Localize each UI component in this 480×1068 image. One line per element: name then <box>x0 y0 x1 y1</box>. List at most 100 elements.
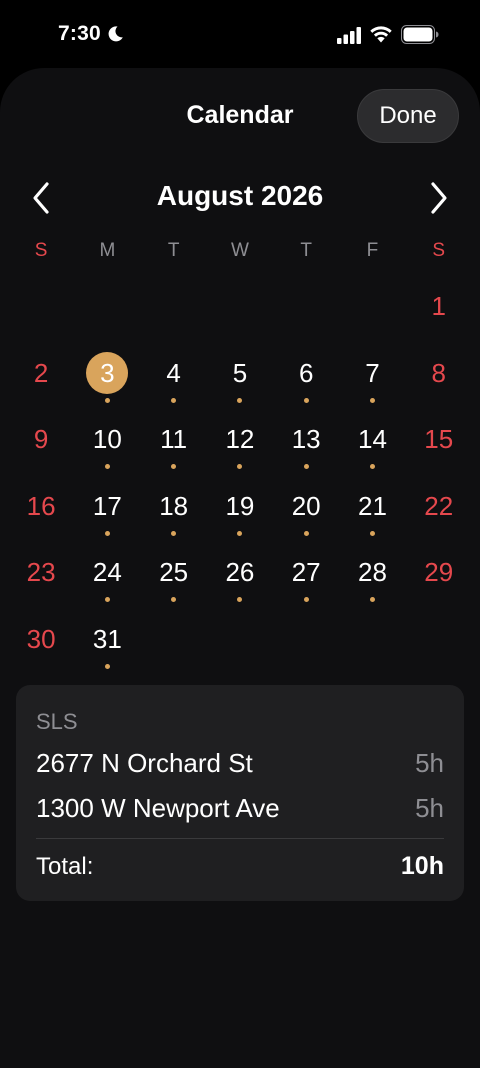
calendar-day[interactable]: 6 <box>273 338 339 405</box>
weekday-monday: M <box>99 240 116 261</box>
day-number: 11 <box>160 424 188 454</box>
calendar-day[interactable]: 30 <box>8 604 74 671</box>
day-number: 8 <box>431 357 446 388</box>
calendar-day[interactable]: 11 <box>141 404 207 471</box>
calendar-day[interactable]: 7 <box>339 338 405 405</box>
weekday-wednesday: W <box>230 240 249 261</box>
calendar-day[interactable]: 21 <box>339 471 405 538</box>
event-indicator-dot <box>104 597 110 602</box>
calendar-day[interactable]: 13 <box>273 404 339 471</box>
calendar-day[interactable]: 27 <box>273 537 339 604</box>
summary-heading: SLS <box>36 709 78 734</box>
total-value: 10h <box>400 852 444 880</box>
summary-entry[interactable]: 1300 W Newport Ave 5h <box>36 793 444 827</box>
battery-icon <box>401 25 439 49</box>
calendar-day[interactable]: 1 <box>406 271 472 338</box>
calendar-day[interactable]: 18 <box>141 471 207 538</box>
event-indicator-dot <box>303 397 309 403</box>
event-indicator-dot <box>369 397 375 403</box>
event-indicator-dot <box>369 597 375 602</box>
calendar-day[interactable]: 8 <box>406 338 472 405</box>
day-number: 24 <box>92 557 122 587</box>
calendar-day[interactable]: 5 <box>207 338 273 405</box>
summary-divider <box>36 838 444 839</box>
day-number: 6 <box>298 357 314 388</box>
calendar-day[interactable]: 10 <box>74 404 140 471</box>
month-navigation: August 2026 <box>0 176 480 216</box>
day-number: 25 <box>159 557 189 587</box>
calendar-day[interactable]: 2 <box>8 338 74 405</box>
day-number: 12 <box>225 424 255 454</box>
calendar-day[interactable]: 26 <box>207 537 273 604</box>
calendar-day-selected[interactable]: 3 <box>74 338 140 405</box>
calendar-day[interactable]: 19 <box>207 471 273 538</box>
calendar-day[interactable]: 12 <box>207 404 273 471</box>
chevron-right-icon[interactable] <box>423 181 453 215</box>
event-indicator-dot <box>303 597 309 602</box>
weekday-sunday: S <box>34 240 48 261</box>
month-label: August 2026 <box>156 180 324 211</box>
empty-day-cell <box>141 271 207 338</box>
cellular-signal-icon <box>337 27 361 49</box>
event-indicator-dot <box>237 397 243 403</box>
calendar-day[interactable]: 20 <box>273 471 339 538</box>
weekday-header: S M T W T F S <box>8 240 472 262</box>
day-number: 10 <box>92 424 122 454</box>
weekday-tuesday: T <box>167 240 180 261</box>
calendar-day[interactable]: 17 <box>74 471 140 538</box>
day-number: 13 <box>291 424 321 454</box>
calendar-day[interactable]: 29 <box>406 537 472 604</box>
event-indicator-dot <box>171 397 177 403</box>
event-indicator-dot <box>104 663 110 669</box>
day-number: 2 <box>33 357 49 388</box>
event-indicator-dot <box>104 464 110 469</box>
event-indicator-dot <box>237 530 243 536</box>
calendar-day[interactable]: 16 <box>8 471 74 538</box>
day-number: 21 <box>357 490 387 521</box>
calendar-day[interactable]: 14 <box>339 404 405 471</box>
calendar-day[interactable]: 23 <box>8 537 74 604</box>
moon-icon <box>106 25 124 48</box>
calendar-day[interactable]: 15 <box>406 404 472 471</box>
day-number: 20 <box>291 490 321 521</box>
day-number: 29 <box>424 557 454 587</box>
calendar-day[interactable]: 22 <box>406 471 472 538</box>
calendar-day[interactable]: 31 <box>74 604 140 671</box>
day-number: 9 <box>33 424 49 454</box>
event-indicator-dot <box>171 597 177 602</box>
day-number: 5 <box>232 357 248 388</box>
day-number: 14 <box>357 424 387 454</box>
event-indicator-dot <box>104 397 110 403</box>
empty-day-cell <box>273 271 339 338</box>
calendar-day[interactable]: 4 <box>141 338 207 405</box>
calendar-sheet: Calendar Done August 2026 S M T W T F S … <box>0 68 480 1068</box>
entry-address: 1300 W Newport Ave <box>36 793 280 823</box>
calendar-day[interactable]: 24 <box>74 537 140 604</box>
event-indicator-dot <box>369 530 375 536</box>
calendar-day[interactable]: 28 <box>339 537 405 604</box>
event-indicator-dot <box>303 530 309 536</box>
done-button[interactable]: Done <box>357 89 459 143</box>
day-number: 28 <box>357 557 387 587</box>
empty-day-cell <box>339 271 405 338</box>
event-indicator-dot <box>237 597 243 602</box>
day-number: 15 <box>424 424 454 454</box>
status-time: 7:30 <box>58 22 101 45</box>
calendar-day[interactable]: 25 <box>141 537 207 604</box>
day-number: 27 <box>291 557 321 587</box>
day-number: 18 <box>159 490 189 521</box>
weekday-saturday: S <box>432 240 446 261</box>
empty-day-cell <box>207 271 273 338</box>
day-number: 19 <box>225 490 255 521</box>
weekday-friday: F <box>366 240 379 261</box>
day-number: 23 <box>26 557 56 587</box>
total-label: Total: <box>36 853 94 880</box>
calendar-days-grid: 1 2 3 4 5 6 7 8 9 10 11 12 13 14 15 16 17 18 19 20 21 22 23 24 2… <box>8 271 472 670</box>
day-number: 1 <box>431 291 446 321</box>
summary-entry[interactable]: 2677 N Orchard St 5h <box>36 748 444 782</box>
entry-hours: 5h <box>415 748 444 778</box>
status-bar: 7:30 <box>0 0 480 68</box>
empty-day-cell <box>8 271 74 338</box>
calendar-day[interactable]: 9 <box>8 404 74 471</box>
day-number: 16 <box>26 490 56 521</box>
